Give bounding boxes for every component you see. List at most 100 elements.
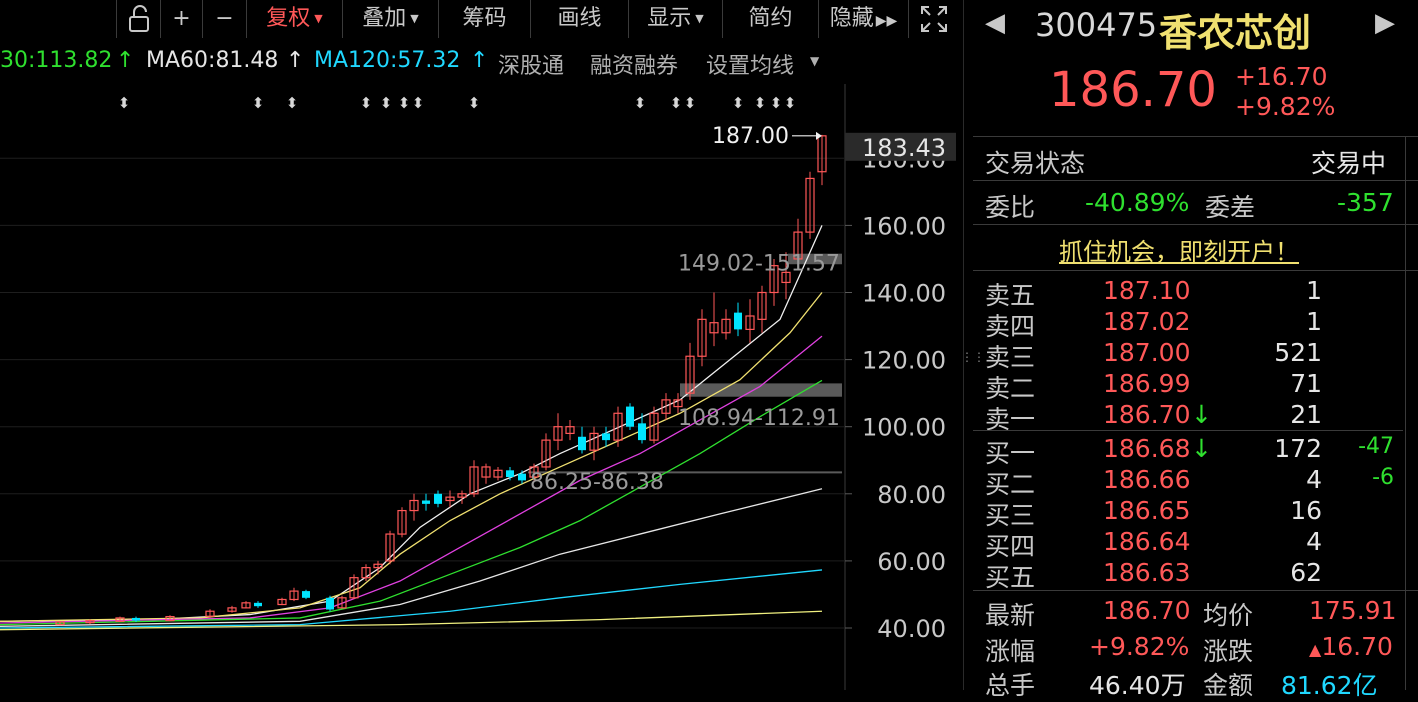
orderbook-price: 186.70 bbox=[1103, 400, 1191, 429]
ma-settings-link[interactable]: 设置均线 bbox=[706, 48, 794, 80]
prev-stock-icon[interactable]: ◀ bbox=[985, 8, 1005, 38]
latest-label: 最新 bbox=[985, 601, 1036, 630]
ma60-line bbox=[0, 488, 823, 627]
latest-value: 186.70 bbox=[1103, 596, 1191, 625]
ma120-value: MA120:57.32 bbox=[314, 48, 461, 73]
weicha-label: 委差 bbox=[1205, 193, 1256, 222]
panel-divider[interactable]: ⋮⋮ bbox=[958, 0, 985, 690]
vol-label: 总手 bbox=[985, 671, 1036, 700]
divider bbox=[973, 180, 1418, 181]
hide-button[interactable]: 隐藏 ▶▶ bbox=[818, 0, 908, 38]
candle-body-down bbox=[638, 423, 646, 441]
orderbook-change: -6 bbox=[1372, 465, 1394, 490]
event-marker-icon: ⬍ bbox=[634, 94, 647, 112]
orderbook-volume: 172 bbox=[1274, 434, 1322, 463]
weibi-value: -40.89% bbox=[1085, 188, 1190, 217]
orderbook-volume: 521 bbox=[1274, 338, 1322, 367]
chg-value: 16.70 bbox=[1321, 632, 1393, 661]
price-tick-label: 60.00 bbox=[877, 548, 946, 576]
candlestick-chart[interactable]: 180.00160.00140.00120.00100.0080.0060.00… bbox=[0, 84, 958, 690]
gap-label-low: 86.25-86.38 bbox=[530, 470, 664, 495]
event-marker-icon: ⬍ bbox=[754, 94, 767, 112]
pct-value: +9.82% bbox=[1089, 632, 1190, 661]
stock-code: 300475 bbox=[1035, 6, 1158, 44]
divider bbox=[973, 224, 1418, 225]
zoom-out-button[interactable]: − bbox=[202, 0, 246, 38]
price-change: +16.70 bbox=[1235, 62, 1328, 91]
orderbook-divider bbox=[973, 430, 1403, 431]
down-arrow-icon: ↓ bbox=[1191, 434, 1212, 463]
candle-body-down bbox=[626, 406, 634, 427]
orderbook-volume: 16 bbox=[1290, 496, 1322, 525]
ma20-line bbox=[0, 335, 823, 624]
orderbook-price: 186.68 bbox=[1103, 434, 1191, 463]
display-button[interactable]: 显示 ▼ bbox=[628, 0, 722, 38]
next-stock-icon[interactable]: ▶ bbox=[1375, 8, 1395, 38]
fullscreen-icon[interactable] bbox=[908, 0, 958, 38]
simple-button[interactable]: 简约 bbox=[722, 0, 818, 38]
candle-body-down bbox=[602, 433, 610, 441]
status-value: 交易中 bbox=[1311, 149, 1387, 178]
orderbook-price: 186.65 bbox=[1103, 496, 1191, 525]
orderbook-volume: 4 bbox=[1306, 465, 1322, 494]
event-marker-icon: ⬍ bbox=[118, 94, 131, 112]
event-marker-icon: ⬍ bbox=[252, 94, 265, 112]
divider bbox=[973, 270, 1418, 271]
event-marker-icon: ⬍ bbox=[360, 94, 373, 112]
price-tick-label: 120.00 bbox=[862, 347, 946, 375]
vol-value: 46.40万 bbox=[1089, 671, 1186, 700]
event-marker-icon: ⬍ bbox=[770, 94, 783, 112]
up-arrow-icon: ↑ bbox=[286, 48, 305, 73]
overlay-button[interactable]: 叠加 ▼ bbox=[342, 0, 438, 38]
status-label: 交易状态 bbox=[985, 149, 1086, 178]
draw-line-button[interactable]: 画线 bbox=[530, 0, 628, 38]
orderbook-volume: 4 bbox=[1306, 527, 1322, 556]
event-marker-icon: ⬍ bbox=[380, 94, 393, 112]
lock-icon[interactable] bbox=[116, 0, 160, 38]
amt-value: 81.62亿 bbox=[1281, 671, 1378, 700]
open-account-link[interactable]: 抓住机会，即刻开户！ bbox=[1059, 232, 1299, 267]
amt-label: 金额 bbox=[1203, 671, 1254, 700]
price-change-pct: +9.82% bbox=[1235, 92, 1336, 121]
gap-label-mid: 108.94-112.91 bbox=[678, 406, 840, 431]
event-marker-icon: ⬍ bbox=[670, 94, 683, 112]
chips-button[interactable]: 筹码 bbox=[438, 0, 530, 38]
up-triangle-icon: ▲ bbox=[1309, 640, 1322, 659]
zoom-in-button[interactable]: + bbox=[160, 0, 202, 38]
orderbook-volume: 1 bbox=[1306, 276, 1322, 305]
event-marker-icon: ⬍ bbox=[732, 94, 745, 112]
price-tick-label: 160.00 bbox=[862, 212, 946, 240]
avg-value: 175.91 bbox=[1309, 596, 1397, 625]
orderbook-volume: 21 bbox=[1290, 400, 1322, 429]
divider bbox=[973, 136, 1418, 137]
weicha-value: -357 bbox=[1337, 188, 1394, 217]
price-tick-label: 80.00 bbox=[877, 481, 946, 509]
candle-body-down bbox=[434, 493, 442, 504]
event-marker-icon: ⬍ bbox=[684, 94, 697, 112]
margin-link[interactable]: 融资融券 bbox=[590, 48, 678, 80]
current-price: 186.70 bbox=[1049, 62, 1217, 118]
candle-body-down bbox=[254, 602, 262, 607]
event-marker-icon: ⬍ bbox=[784, 94, 797, 112]
price-tick-label: 140.00 bbox=[862, 280, 946, 308]
candle-body-down bbox=[506, 470, 514, 478]
orderbook-volume: 62 bbox=[1290, 558, 1322, 587]
up-arrow-icon: ↑ bbox=[116, 48, 135, 73]
event-marker-icon: ⬍ bbox=[286, 94, 299, 112]
candle-body-down bbox=[422, 500, 430, 504]
orderbook-price: 186.66 bbox=[1103, 465, 1191, 494]
price-tick-label: 40.00 bbox=[877, 615, 946, 643]
orderbook-price: 187.02 bbox=[1103, 307, 1191, 336]
fuquan-button[interactable]: 复权 ▼ bbox=[246, 0, 342, 38]
orderbook-price: 186.64 bbox=[1103, 527, 1191, 556]
high-price-label: 187.00 bbox=[712, 124, 789, 149]
candle-body-down bbox=[518, 473, 526, 481]
ma10-line bbox=[0, 292, 823, 622]
weibi-label: 委比 bbox=[985, 193, 1036, 222]
shengu-link[interactable]: 深股通 bbox=[498, 48, 564, 80]
side-strip[interactable] bbox=[1405, 136, 1418, 690]
chart-panel[interactable]: + − 复权 ▼ 叠加 ▼ 筹码 画线 显示 ▼ 简约 隐藏 ▶▶ 30:113.82 … bbox=[0, 0, 958, 690]
pct-label: 涨幅 bbox=[985, 637, 1036, 666]
chevron-down-icon: ▼ bbox=[810, 54, 820, 68]
up-arrow-icon: ↑ bbox=[470, 48, 489, 73]
